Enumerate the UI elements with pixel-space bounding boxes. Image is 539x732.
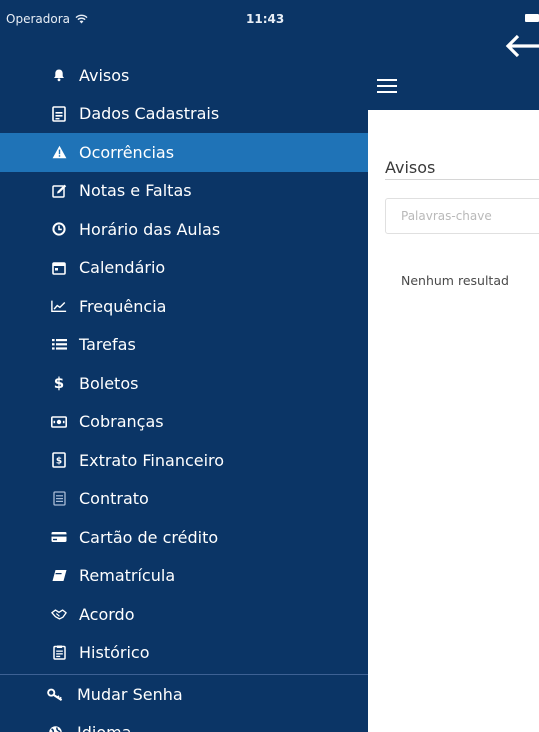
edit-icon [51,183,67,199]
money-icon [51,414,67,430]
sidebar-item-dados-cadastrais[interactable]: Dados Cadastrais [0,95,368,134]
contract-icon [51,491,67,507]
sidebar-item-ocorrencias[interactable]: Ocorrências [0,133,368,172]
sidebar-item-label: Horário das Aulas [79,219,221,239]
sidebar-item-label: Cobranças [79,412,164,432]
empty-results-message: Nenhum resultad [401,273,509,288]
sidebar-item-label: Calendário [79,258,166,278]
sidebar-item-label: Extrato Financeiro [79,450,225,470]
sidebar-item-avisos[interactable]: Avisos [0,56,368,95]
clock-icon [51,221,67,237]
back-button[interactable] [505,33,539,59]
statement-icon: $ [51,452,67,469]
credit-card-icon [51,529,67,545]
sidebar-item-label: Acordo [79,604,135,624]
sidebar-item-frequencia[interactable]: Frequência [0,287,368,326]
sidebar-item-label: Mudar Senha [77,684,183,704]
list-icon [51,337,67,353]
status-time: 11:43 [246,12,285,26]
sidebar-item-label: Contrato [79,489,149,509]
book-icon [51,568,67,584]
arrow-left-icon [505,34,539,58]
sidebar-item-boletos[interactable]: $ Boletos [0,364,368,403]
key-icon [47,686,63,702]
calendar-icon [51,260,67,276]
sidebar: Operadora 11:43 Avisos Dados Cadastrais [0,0,368,732]
line-chart-icon [51,298,67,314]
title-divider [385,179,539,180]
sidebar-item-mudar-senha[interactable]: Mudar Senha [0,675,368,714]
sidebar-item-rematricula[interactable]: Rematrícula [0,557,368,596]
sidebar-item-label: Notas e Faltas [79,181,192,201]
sidebar-item-label: Dados Cadastrais [79,104,220,124]
carrier: Operadora [6,12,88,26]
sidebar-item-notas-e-faltas[interactable]: Notas e Faltas [0,172,368,211]
sidebar-item-label: Cartão de crédito [79,527,219,547]
sidebar-item-label: Boletos [79,373,139,393]
carrier-label: Operadora [6,12,70,26]
sidebar-item-historico[interactable]: Histórico [0,634,368,673]
sidebar-item-label: Histórico [79,643,150,663]
warning-icon [51,144,67,160]
sidebar-item-label: Avisos [79,65,130,85]
sidebar-item-horario-das-aulas[interactable]: Horário das Aulas [0,210,368,249]
sidebar-item-label: Idioma [77,723,132,732]
sidebar-item-acordo[interactable]: Acordo [0,595,368,634]
wifi-icon [75,14,88,24]
main-panel: Avisos Nenhum resultad [368,0,539,732]
sidebar-item-calendario[interactable]: Calendário [0,249,368,288]
sidebar-item-contrato[interactable]: Contrato [0,480,368,519]
search-input[interactable] [385,198,539,234]
globe-icon [47,725,63,732]
document-icon [51,105,67,122]
menu-toggle-button[interactable] [377,79,397,95]
handshake-icon [51,606,67,622]
bell-icon [51,67,67,83]
battery-icon [525,14,539,22]
sidebar-item-label: Frequência [79,296,167,316]
page-title: Avisos [385,158,436,177]
sidebar-item-label: Rematrícula [79,566,176,586]
sidebar-item-extrato-financeiro[interactable]: $ Extrato Financeiro [0,441,368,480]
status-bar: Operadora 11:43 [0,0,368,32]
nav-bar [368,0,539,110]
sidebar-item-label: Tarefas [79,335,136,355]
sidebar-item-label: Ocorrências [79,142,175,162]
history-icon [51,645,67,661]
sidebar-item-cobrancas[interactable]: Cobranças [0,403,368,442]
sidebar-item-idioma[interactable]: Idioma [0,714,368,732]
sidebar-menu: Avisos Dados Cadastrais Ocorrências Nota… [0,56,368,732]
svg-text:$: $ [56,457,62,467]
dollar-icon: $ [53,374,65,393]
sidebar-item-tarefas[interactable]: Tarefas [0,326,368,365]
sidebar-item-cartao-de-credito[interactable]: Cartão de crédito [0,518,368,557]
